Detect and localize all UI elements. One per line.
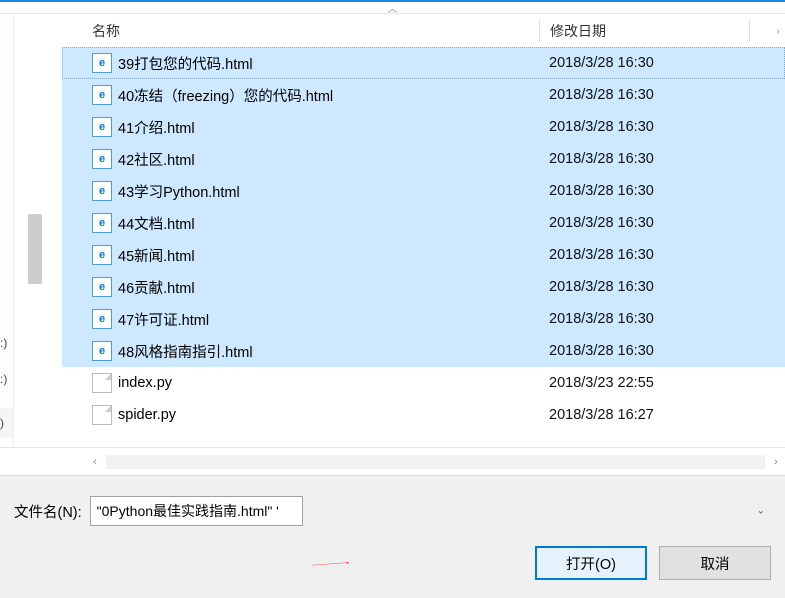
html-file-icon — [92, 85, 112, 105]
sidebar-drive-list: :) :) ) — [0, 14, 14, 447]
scrollbar-thumb[interactable] — [28, 214, 42, 284]
sidebar-scroll-region — [14, 14, 62, 447]
scroll-right-icon[interactable]: › — [767, 456, 785, 468]
file-date: 2018/3/28 16:30 — [539, 119, 749, 135]
file-row[interactable]: 43学习Python.html2018/3/28 16:30 — [62, 175, 785, 207]
annotation-arrow-icon — [182, 562, 482, 566]
file-name: 48风格指南指引.html — [118, 341, 539, 362]
file-date: 2018/3/28 16:30 — [539, 215, 749, 231]
header-name[interactable]: 名称 — [92, 21, 539, 41]
file-date: 2018/3/28 16:30 — [539, 343, 749, 359]
file-date: 2018/3/28 16:30 — [539, 311, 749, 327]
breadcrumb-collapsed: ︿ — [0, 2, 785, 14]
filename-input[interactable] — [90, 496, 303, 526]
html-file-icon — [92, 117, 112, 137]
file-row[interactable]: 40冻结（freezing）您的代码.html2018/3/28 16:30 — [62, 79, 785, 111]
file-date: 2018/3/28 16:30 — [539, 55, 749, 71]
file-name: 44文档.html — [118, 213, 539, 234]
chevron-up-icon: ︿ — [388, 0, 398, 15]
file-date: 2018/3/28 16:30 — [539, 151, 749, 167]
file-name: 46贡献.html — [118, 277, 539, 298]
html-file-icon — [92, 277, 112, 297]
file-list: 39打包您的代码.html2018/3/28 16:3040冻结（freezin… — [62, 47, 785, 447]
scroll-track[interactable] — [106, 455, 765, 469]
file-date: 2018/3/28 16:30 — [539, 183, 749, 199]
file-name: 39打包您的代码.html — [118, 53, 539, 74]
chevron-right-small-icon: › — [771, 26, 785, 36]
file-row[interactable]: spider.py2018/3/28 16:27 — [62, 399, 785, 431]
file-row[interactable]: 39打包您的代码.html2018/3/28 16:30 — [62, 47, 785, 79]
python-file-icon — [92, 405, 112, 425]
dialog-body: :) :) ) 名称 修改日期 › 39打包您的代码.html2018/3/28… — [0, 14, 785, 447]
scroll-left-gap — [0, 448, 86, 475]
file-row[interactable]: 42社区.html2018/3/28 16:30 — [62, 143, 785, 175]
file-row[interactable]: 41介绍.html2018/3/28 16:30 — [62, 111, 785, 143]
html-file-icon — [92, 53, 112, 73]
open-button[interactable]: 打开(O) — [535, 546, 647, 580]
file-row[interactable]: 46贡献.html2018/3/28 16:30 — [62, 271, 785, 303]
chevron-down-icon: ⌄ — [757, 506, 765, 517]
file-list-panel: 名称 修改日期 › 39打包您的代码.html2018/3/28 16:3040… — [62, 14, 785, 447]
html-file-icon — [92, 309, 112, 329]
file-row[interactable]: 44文档.html2018/3/28 16:30 — [62, 207, 785, 239]
file-name: 41介绍.html — [118, 117, 539, 138]
html-file-icon — [92, 245, 112, 265]
file-date: 2018/3/28 16:30 — [539, 247, 749, 263]
filename-combobox[interactable]: ⌄ — [90, 496, 771, 526]
cancel-button[interactable]: 取消 — [659, 546, 771, 580]
button-row: 打开(O) 取消 — [14, 546, 771, 580]
file-name: spider.py — [118, 407, 539, 423]
dialog-footer: 文件名(N): ⌄ 打开(O) 取消 — [0, 475, 785, 598]
horizontal-scrollbar: ‹ › — [0, 447, 785, 475]
drive-label-2[interactable]: :) — [0, 372, 7, 386]
file-name: 43学习Python.html — [118, 181, 539, 202]
file-name: 42社区.html — [118, 149, 539, 170]
html-file-icon — [92, 149, 112, 169]
drive-label-3[interactable]: ) — [0, 408, 13, 438]
file-row[interactable]: 47许可证.html2018/3/28 16:30 — [62, 303, 785, 335]
file-date: 2018/3/23 22:55 — [539, 375, 749, 391]
file-row[interactable]: index.py2018/3/23 22:55 — [62, 367, 785, 399]
scroll-left-icon[interactable]: ‹ — [86, 456, 104, 468]
column-headers: 名称 修改日期 › — [62, 14, 785, 47]
python-file-icon — [92, 373, 112, 393]
filename-label: 文件名(N): — [14, 501, 82, 522]
file-row[interactable]: 48风格指南指引.html2018/3/28 16:30 — [62, 335, 785, 367]
filename-row: 文件名(N): ⌄ — [14, 496, 771, 526]
file-date: 2018/3/28 16:30 — [539, 87, 749, 103]
html-file-icon — [92, 213, 112, 233]
file-name: 47许可证.html — [118, 309, 539, 330]
file-date: 2018/3/28 16:30 — [539, 279, 749, 295]
header-spacer — [749, 20, 771, 42]
html-file-icon — [92, 181, 112, 201]
file-name: index.py — [118, 375, 539, 391]
html-file-icon — [92, 341, 112, 361]
file-date: 2018/3/28 16:27 — [539, 407, 749, 423]
file-name: 45新闻.html — [118, 245, 539, 266]
file-name: 40冻结（freezing）您的代码.html — [118, 85, 539, 106]
file-row[interactable]: 45新闻.html2018/3/28 16:30 — [62, 239, 785, 271]
header-modified[interactable]: 修改日期 — [539, 20, 749, 42]
drive-label-1[interactable]: :) — [0, 336, 7, 350]
